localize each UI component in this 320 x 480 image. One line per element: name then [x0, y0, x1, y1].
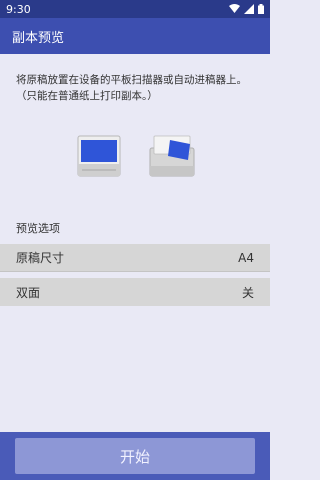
- app-bar: 副本预览: [0, 18, 270, 54]
- instructions: 将原稿放置在设备的平板扫描器或自动进稿器上。 （只能在普通纸上打印副本。）: [16, 72, 260, 104]
- option-value: 关: [241, 285, 254, 300]
- start-button[interactable]: 开始: [15, 438, 255, 474]
- instruction-line-2: （只能在普通纸上打印副本。）: [16, 90, 158, 102]
- preview-options-title: 预览选项: [16, 222, 60, 235]
- option-label: 原稿尺寸: [16, 251, 65, 265]
- status-time: 9:30: [6, 2, 31, 16]
- option-value: A4: [238, 250, 254, 265]
- option-original-size[interactable]: 原稿尺寸 A4: [0, 244, 270, 272]
- wifi-icon: [229, 4, 240, 13]
- page-title: 副本预览: [12, 30, 65, 46]
- document-feeder-icon: [149, 135, 195, 177]
- option-duplex[interactable]: 双面 关: [0, 278, 270, 306]
- flatbed-scanner-icon: [77, 135, 121, 177]
- status-icons: [229, 4, 264, 14]
- scanner-illustration: [77, 135, 195, 177]
- battery-icon: [258, 4, 264, 14]
- instruction-line-1: 将原稿放置在设备的平板扫描器或自动进稿器上。: [16, 74, 247, 86]
- option-label: 双面: [16, 285, 41, 300]
- status-bar: 9:30: [0, 0, 270, 18]
- signal-icon: [244, 4, 254, 14]
